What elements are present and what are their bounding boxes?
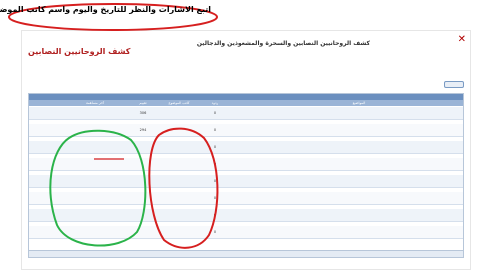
site-title: كشف الروحانيين النصابين والسحرة والمشعوذ… bbox=[197, 40, 371, 47]
replies-count: 0 bbox=[214, 145, 218, 149]
column-headers: المواضيع ردود كاتب الموضوع تقييم آخر مسا… bbox=[30, 100, 464, 106]
forum-page: ✕ كشف الروحانيين النصابين والسحرة والمشع… bbox=[22, 30, 472, 270]
replies-count: 0 bbox=[214, 213, 218, 217]
breadcrumb bbox=[29, 81, 465, 88]
col-last-post: آخر مساهمة bbox=[87, 101, 105, 105]
replies-count: 0 bbox=[214, 196, 218, 200]
new-topic-button[interactable] bbox=[445, 81, 465, 88]
table-footer bbox=[30, 250, 464, 257]
topic-row[interactable]: 0 bbox=[30, 192, 464, 205]
col-author: كاتب الموضوع bbox=[169, 101, 191, 105]
topic-row[interactable]: 0 294 bbox=[30, 124, 464, 137]
topic-row[interactable]: 0 bbox=[30, 158, 464, 171]
col-replies: ردود bbox=[212, 101, 220, 105]
close-icon[interactable]: ✕ bbox=[459, 34, 467, 45]
topic-row[interactable]: 0 bbox=[30, 209, 464, 222]
topic-row[interactable]: 0 306 bbox=[30, 107, 464, 120]
col-title: المواضيع bbox=[353, 101, 367, 105]
replies-count: 0 bbox=[214, 179, 218, 183]
replies-count: 0 bbox=[214, 162, 218, 166]
site-logo[interactable]: كشف الروحانيين النصابين bbox=[29, 47, 131, 56]
replies-count: 0 bbox=[214, 230, 218, 234]
views-count: 294 bbox=[140, 128, 148, 132]
annotation-note: اتبع الاشارات والنظر للتاريخ واليوم واسم… bbox=[0, 2, 220, 32]
topic-row[interactable]: 0 bbox=[30, 226, 464, 239]
topic-row[interactable]: 0 bbox=[30, 175, 464, 188]
views-count: 306 bbox=[140, 111, 148, 115]
topic-row[interactable]: 0 bbox=[30, 141, 464, 154]
replies-count: 0 bbox=[214, 111, 218, 115]
col-views: تقييم bbox=[140, 101, 148, 105]
annotation-text: اتبع الاشارات والنظر للتاريخ واليوم واسم… bbox=[0, 5, 212, 14]
nav-bar bbox=[29, 67, 465, 73]
topics-table: المواضيع ردود كاتب الموضوع تقييم آخر مسا… bbox=[29, 93, 465, 258]
replies-count: 0 bbox=[214, 128, 218, 132]
